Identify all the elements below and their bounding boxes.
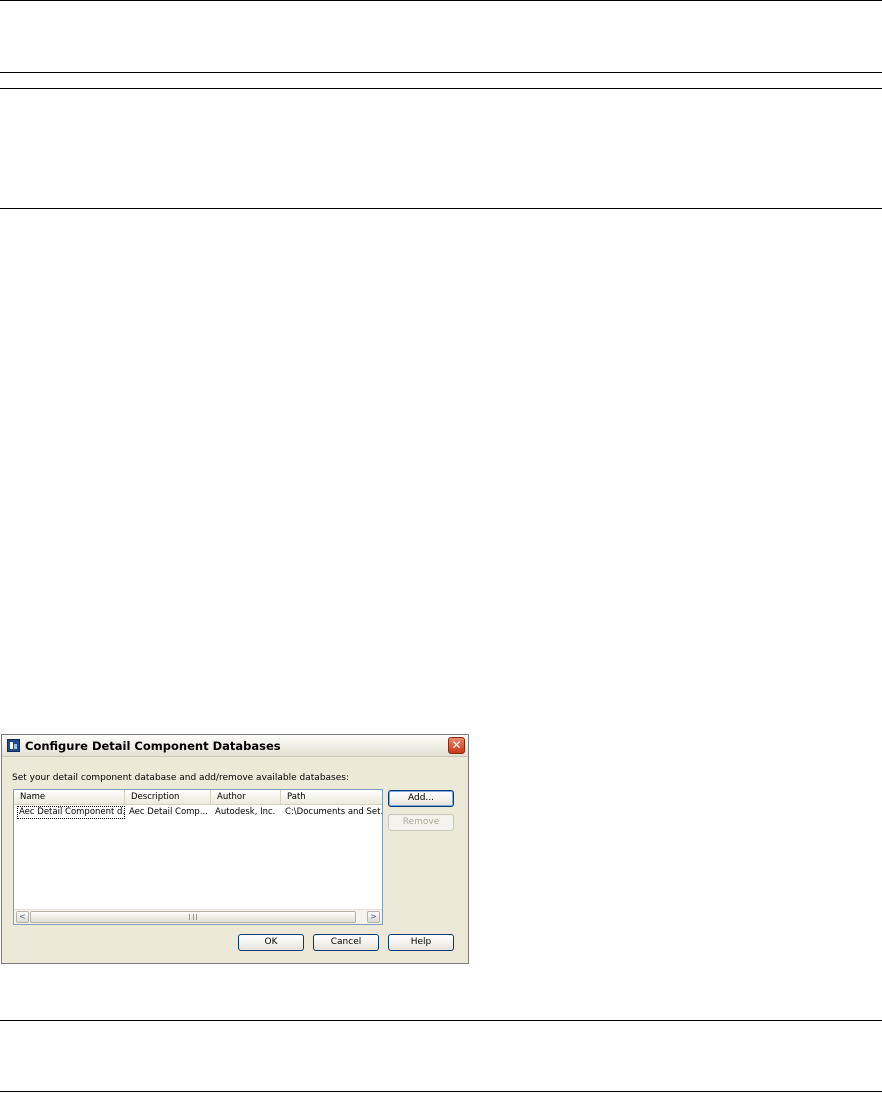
cancel-button[interactable]: Cancel [313, 934, 379, 951]
table-row[interactable]: Aec Detail Component d... Aec Detail Com… [14, 806, 382, 819]
app-icon [7, 739, 20, 752]
column-header-author[interactable]: Author [211, 790, 281, 804]
add-button[interactable]: Add... [388, 790, 454, 807]
horizontal-scrollbar[interactable]: < > [14, 909, 382, 924]
dialog-title: Configure Detail Component Databases [25, 739, 281, 753]
list-header: Name Description Author Path [14, 790, 382, 805]
ok-button[interactable]: OK [238, 934, 304, 951]
scroll-right-icon[interactable]: > [367, 911, 380, 923]
help-button[interactable]: Help [388, 934, 454, 951]
section-bottom-rule [0, 208, 882, 209]
scroll-left-icon[interactable]: < [16, 911, 29, 923]
cell-author: Autodesk, Inc. [215, 807, 276, 817]
column-header-name[interactable]: Name [14, 790, 125, 804]
column-header-description[interactable]: Description [125, 790, 211, 804]
cell-description: Aec Detail Comp... [129, 807, 208, 817]
scroll-thumb[interactable] [30, 911, 356, 923]
column-header-path[interactable]: Path [281, 790, 382, 804]
footer-top-rule [0, 1020, 882, 1021]
section-top-rule [0, 88, 882, 89]
remove-button[interactable]: Remove [388, 814, 454, 831]
dialog-titlebar[interactable]: Configure Detail Component Databases ✕ [2, 735, 468, 757]
database-list[interactable]: Name Description Author Path Aec Detail … [13, 789, 383, 925]
close-icon[interactable]: ✕ [448, 737, 465, 754]
footer-bottom-rule [0, 1091, 882, 1092]
cell-name: Aec Detail Component d... [17, 806, 125, 819]
scroll-grip-icon [189, 914, 197, 920]
top-rule [0, 0, 882, 1]
instruction-text: Set your detail component database and a… [12, 773, 349, 783]
configure-databases-dialog: Configure Detail Component Databases ✕ S… [1, 734, 469, 964]
header-bottom-rule [0, 72, 882, 73]
cell-path: C:\Documents and Set... [285, 807, 382, 817]
